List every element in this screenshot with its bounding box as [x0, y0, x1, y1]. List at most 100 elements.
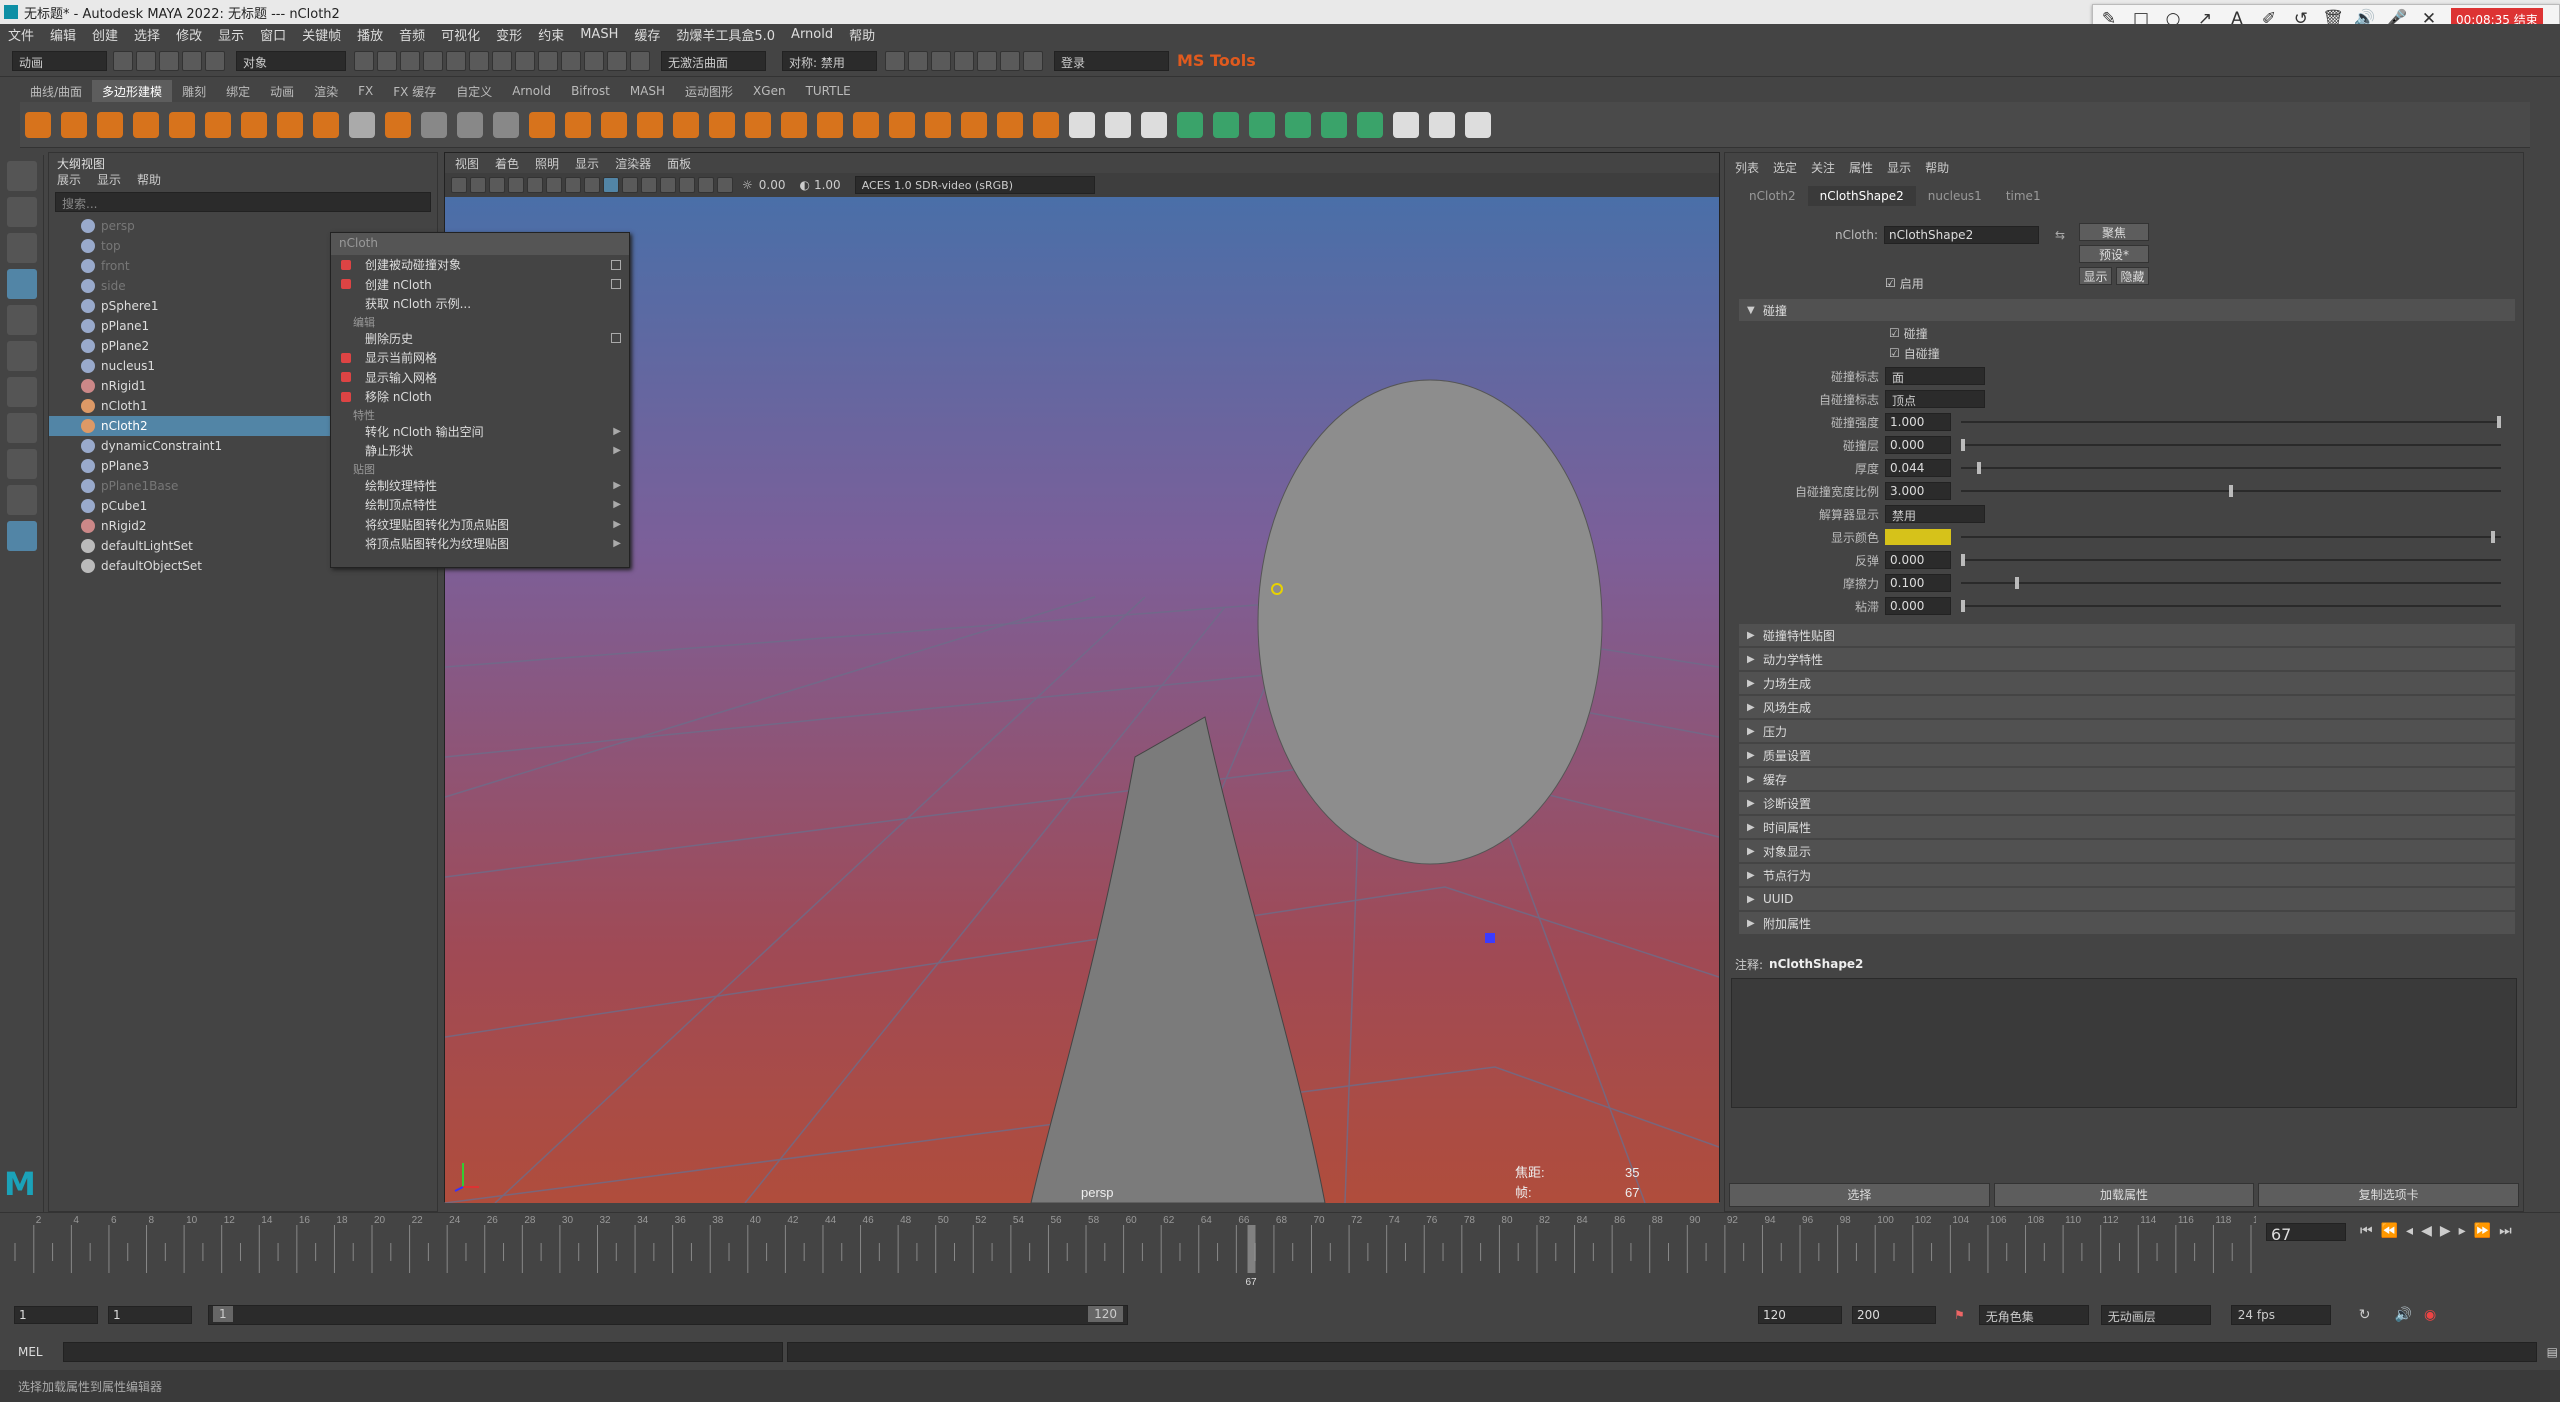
smooth-icon[interactable]: [637, 111, 663, 138]
resolution-gate-icon[interactable]: [565, 177, 581, 193]
symmetry-dropdown[interactable]: 对称: 禁用: [782, 50, 877, 71]
timeline-ticks[interactable]: 2 4 6 8 10 12 14 16 18 20 22 24 26 28 30 32 34 36 38 40 42 44…: [10, 1213, 2256, 1293]
boolean-icon[interactable]: [601, 111, 627, 138]
menu-16[interactable]: Arnold: [791, 27, 833, 42]
ae-row-slider[interactable]: [1961, 531, 2501, 543]
step-forward-icon[interactable]: ▸: [2459, 1223, 2466, 1239]
selection-mode-dropdown[interactable]: 对象: [236, 50, 346, 71]
shelf-tab-2[interactable]: 雕刻: [172, 80, 216, 103]
ms-tools-logo[interactable]: MS Tools: [1177, 51, 1256, 70]
mel-label[interactable]: MEL: [18, 1345, 43, 1359]
current-frame-marker[interactable]: [1247, 1225, 1256, 1273]
select-hierarchy-icon[interactable]: [354, 50, 374, 71]
isolate-select-icon[interactable]: [698, 177, 714, 193]
snap-point-icon[interactable]: [469, 50, 489, 71]
step-back-key-icon[interactable]: ⏪: [2381, 1223, 2398, 1239]
slider-knob[interactable]: [1977, 462, 1982, 474]
menu-8[interactable]: 播放: [357, 25, 383, 44]
context-item-2[interactable]: 获取 nCloth 示例...: [331, 294, 629, 314]
shelf-tab-13[interactable]: XGen: [743, 81, 796, 101]
snap-view-icon[interactable]: [492, 50, 512, 71]
ae-tab-nucleus1[interactable]: nucleus1: [1916, 186, 1994, 206]
play-forward-icon[interactable]: ▶: [2440, 1223, 2451, 1239]
range-slider[interactable]: 1 120: [208, 1305, 1128, 1325]
two-view-icon[interactable]: [7, 485, 37, 515]
ae-section-9[interactable]: ▶ 对象显示: [1739, 840, 2515, 862]
text-icon[interactable]: [349, 111, 375, 138]
ae-row-dropdown[interactable]: 面: [1885, 367, 1985, 385]
poly-disc-icon[interactable]: [241, 111, 267, 138]
context-item-9[interactable]: 转化 nCloth 输出空间 ▶: [331, 422, 629, 442]
xray-icon[interactable]: [717, 177, 733, 193]
save-scene-icon[interactable]: [159, 50, 179, 71]
light-icon[interactable]: [977, 50, 997, 71]
circularize-icon[interactable]: [1033, 111, 1059, 138]
render-icon[interactable]: [584, 50, 604, 71]
loop-icon[interactable]: ↻: [2359, 1307, 2371, 1323]
ae-row-slider[interactable]: [1961, 577, 2501, 589]
option-box-icon[interactable]: [611, 279, 621, 290]
last-tool-icon[interactable]: [7, 377, 37, 407]
ae-bottom-button-0[interactable]: 选择: [1729, 1183, 1990, 1207]
context-item-1[interactable]: 创建 nCloth: [331, 275, 629, 295]
poly-sphere-icon[interactable]: [25, 111, 51, 138]
ae-row-dropdown[interactable]: 禁用: [1885, 505, 1985, 523]
option-box-icon[interactable]: [611, 259, 621, 270]
ae-menu-4[interactable]: 显示: [1887, 159, 1911, 176]
poly-plane-icon[interactable]: [205, 111, 231, 138]
context-item-10[interactable]: 静止形状 ▶: [331, 441, 629, 461]
viewport-menu-1[interactable]: 着色: [495, 155, 519, 172]
hypershade-icon[interactable]: [908, 50, 928, 71]
ae-bottom-button-1[interactable]: 加载属性: [1993, 1183, 2255, 1207]
context-item-5[interactable]: 显示当前网格: [331, 348, 629, 368]
camera-icon[interactable]: [954, 50, 974, 71]
super-shape-icon[interactable]: [313, 111, 339, 138]
viewport-menu-3[interactable]: 显示: [575, 155, 599, 172]
playback-end-field[interactable]: 120: [1758, 1306, 1842, 1324]
shelf-tab-1[interactable]: 多边形建模: [92, 79, 173, 103]
poly-torus-icon[interactable]: [169, 111, 195, 138]
context-item-7[interactable]: 移除 nCloth: [331, 387, 629, 407]
shelf-tab-10[interactable]: Bifrost: [561, 81, 620, 101]
play-back-icon[interactable]: ◀: [2421, 1223, 2432, 1239]
viewport-scene[interactable]: persp 焦距: 35 帧: 67: [445, 197, 1719, 1203]
viewport-menu-2[interactable]: 照明: [535, 155, 559, 172]
grid-toggle-icon[interactable]: [527, 177, 543, 193]
scene-end-field[interactable]: 200: [1852, 1306, 1936, 1324]
combine-icon[interactable]: [529, 111, 555, 138]
ae-menu-2[interactable]: 关注: [1811, 159, 1835, 176]
ambient-occlusion-icon[interactable]: [679, 177, 695, 193]
ae-row-field[interactable]: 3.000: [1885, 482, 1951, 500]
ae-row-field[interactable]: 0.000: [1885, 597, 1951, 615]
history-icon[interactable]: [561, 50, 581, 71]
menu-14[interactable]: 缓存: [634, 25, 660, 44]
context-item-0[interactable]: 创建被动碰撞对象: [331, 255, 629, 275]
viewport-menu-5[interactable]: 面板: [667, 155, 691, 172]
current-frame-field[interactable]: 67: [2266, 1223, 2346, 1244]
four-view-icon[interactable]: [7, 449, 37, 479]
step-back-icon[interactable]: ◂: [2406, 1223, 2413, 1239]
range-inner-end[interactable]: 120: [1088, 1306, 1123, 1322]
render-view-icon[interactable]: [885, 50, 905, 71]
shelf-tab-14[interactable]: TURTLE: [796, 81, 861, 101]
insert-edge-loop-icon[interactable]: [1105, 111, 1131, 138]
scene-start-field[interactable]: 1: [14, 1306, 98, 1324]
outliner-menu-0[interactable]: 展示: [57, 171, 81, 188]
planar-map-icon[interactable]: [1213, 111, 1239, 138]
ae-section-6[interactable]: ▶ 缓存: [1739, 768, 2515, 790]
node-name-field[interactable]: nClothShape2: [1884, 226, 2040, 244]
viewport-menu-4[interactable]: 渲染器: [615, 155, 651, 172]
ae-menu-5[interactable]: 帮助: [1925, 159, 1949, 176]
menu-0[interactable]: 文件: [8, 25, 34, 44]
uv-checker-icon[interactable]: [1393, 111, 1419, 138]
ae-row-slider[interactable]: [1961, 462, 2501, 474]
context-item-4[interactable]: 删除历史: [331, 329, 629, 349]
menu-7[interactable]: 关键帧: [302, 25, 341, 44]
shelf-tab-0[interactable]: 曲线/曲面: [20, 80, 92, 103]
ae-row-slider[interactable]: [1961, 554, 2501, 566]
context-item-15[interactable]: 将顶点贴图转化为纹理贴图 ▶: [331, 534, 629, 554]
gamma-value[interactable]: 1.00: [814, 178, 841, 192]
slider-knob[interactable]: [2229, 485, 2233, 497]
wedge-icon[interactable]: [925, 111, 951, 138]
lock-icon[interactable]: [538, 50, 558, 71]
